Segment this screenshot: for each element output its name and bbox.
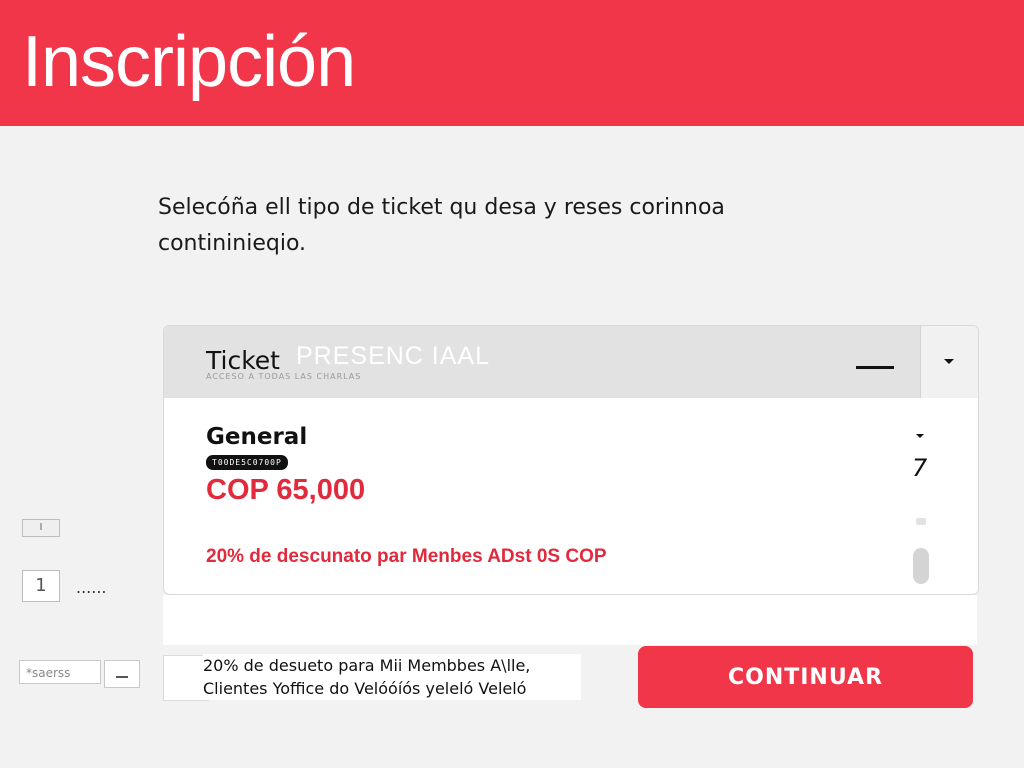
footer-note-line-1: 20% de desueto para Mii Membbes A\lle, <box>203 656 531 675</box>
search-button[interactable] <box>104 660 140 688</box>
ticket-dropdown-button[interactable] <box>920 326 978 398</box>
left-small-field[interactable]: I <box>22 519 60 537</box>
footer-note: 20% de desueto para Mii Membbes A\lle, C… <box>203 654 581 700</box>
plan-code-badge: T00DE5C0700P <box>206 455 288 470</box>
quantity-arrow-icon[interactable] <box>916 434 924 438</box>
card-footer-band <box>163 595 977 645</box>
ticket-type-value: PRESENC IAAL <box>296 342 491 370</box>
plan-discount: 20% de descunato par Menbes ADst 0S COP <box>206 546 607 567</box>
instructions-text: Selecóña ell tipo de ticket qu desa y re… <box>158 190 858 262</box>
ticket-subtext: ACCESO A TODAS LAS CHARLAS <box>206 372 362 381</box>
search-input[interactable]: *saerss <box>19 660 101 684</box>
plan-name: General <box>206 424 308 450</box>
plan-price: COP 65,000 <box>206 474 366 506</box>
quantity-value[interactable]: 7 <box>912 454 927 482</box>
dash-icon <box>116 676 128 678</box>
continue-button[interactable]: CONTINUAR <box>638 646 973 708</box>
ticket-label: Ticket <box>206 346 280 375</box>
footer-note-line-2: Clientes Yoffice do Velóóíós yeleló Vele… <box>203 679 527 698</box>
instructions-line-2: contininieqio. <box>158 231 307 256</box>
page-title: Inscripción <box>22 22 356 102</box>
instructions-line-1: Selecóña ell tipo de ticket qu desa y re… <box>158 195 725 220</box>
scrollbar-thumb[interactable] <box>913 548 929 584</box>
left-dots: ...... <box>76 578 107 597</box>
collapse-dash-icon[interactable] <box>856 366 894 369</box>
ticket-type-selector[interactable]: Ticket PRESENC IAAL ACCESO A TODAS LAS C… <box>164 326 920 398</box>
scrollbar-track-marker <box>916 518 926 525</box>
caret-down-icon <box>944 359 954 364</box>
page-header: Inscripción <box>0 0 1024 126</box>
ticket-card: Ticket PRESENC IAAL ACCESO A TODAS LAS C… <box>163 325 979 595</box>
left-quantity-field[interactable]: 1 <box>22 570 60 602</box>
